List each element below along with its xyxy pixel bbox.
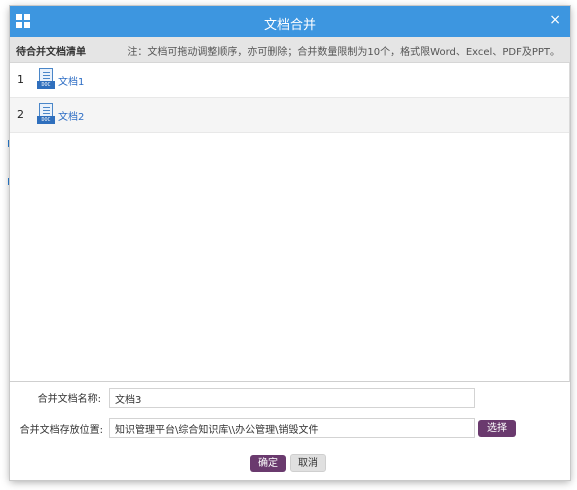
select-location-button[interactable]: 选择 bbox=[478, 420, 516, 437]
document-link[interactable]: 文档1 bbox=[58, 73, 84, 88]
document-link[interactable]: 文档2 bbox=[58, 108, 84, 123]
doc-file-tag: DOC bbox=[37, 116, 55, 124]
merged-name-input[interactable] bbox=[109, 388, 475, 408]
merged-location-label: 合并文档存放位置: bbox=[19, 425, 103, 436]
doc-file-icon: DOC bbox=[37, 68, 55, 90]
merged-location-input[interactable] bbox=[109, 418, 475, 438]
row-index: 2 bbox=[17, 108, 24, 121]
document-list-note: 注：文档可拖动调整顺序，亦可删除；合并数量限制为10个，格式限Word、Exce… bbox=[127, 47, 560, 58]
merge-documents-dialog: 文档合并 × 待合并文档清单 注：文档可拖动调整顺序，亦可删除；合并数量限制为1… bbox=[10, 6, 570, 480]
dialog-title: 文档合并 bbox=[263, 18, 316, 33]
cancel-button[interactable]: 取消 bbox=[290, 454, 326, 472]
confirm-button[interactable]: 确定 bbox=[250, 455, 286, 472]
document-list-title: 待合并文档清单 bbox=[16, 47, 86, 58]
doc-file-tag: DOC bbox=[37, 81, 55, 89]
merged-name-label: 合并文档名称: bbox=[37, 394, 101, 405]
close-icon[interactable]: × bbox=[549, 12, 561, 28]
dialog-titlebar: 文档合并 × bbox=[10, 6, 570, 37]
document-row[interactable]: 1 DOC 文档1 bbox=[10, 63, 569, 98]
document-row[interactable]: 2 DOC 文档2 bbox=[10, 98, 569, 133]
document-list-header: 待合并文档清单 注：文档可拖动调整顺序，亦可删除；合并数量限制为10个，格式限W… bbox=[10, 37, 570, 63]
row-index: 1 bbox=[17, 73, 24, 86]
document-list: 1 DOC 文档1 2 DOC 文档2 bbox=[10, 63, 570, 382]
doc-file-icon: DOC bbox=[37, 103, 55, 125]
